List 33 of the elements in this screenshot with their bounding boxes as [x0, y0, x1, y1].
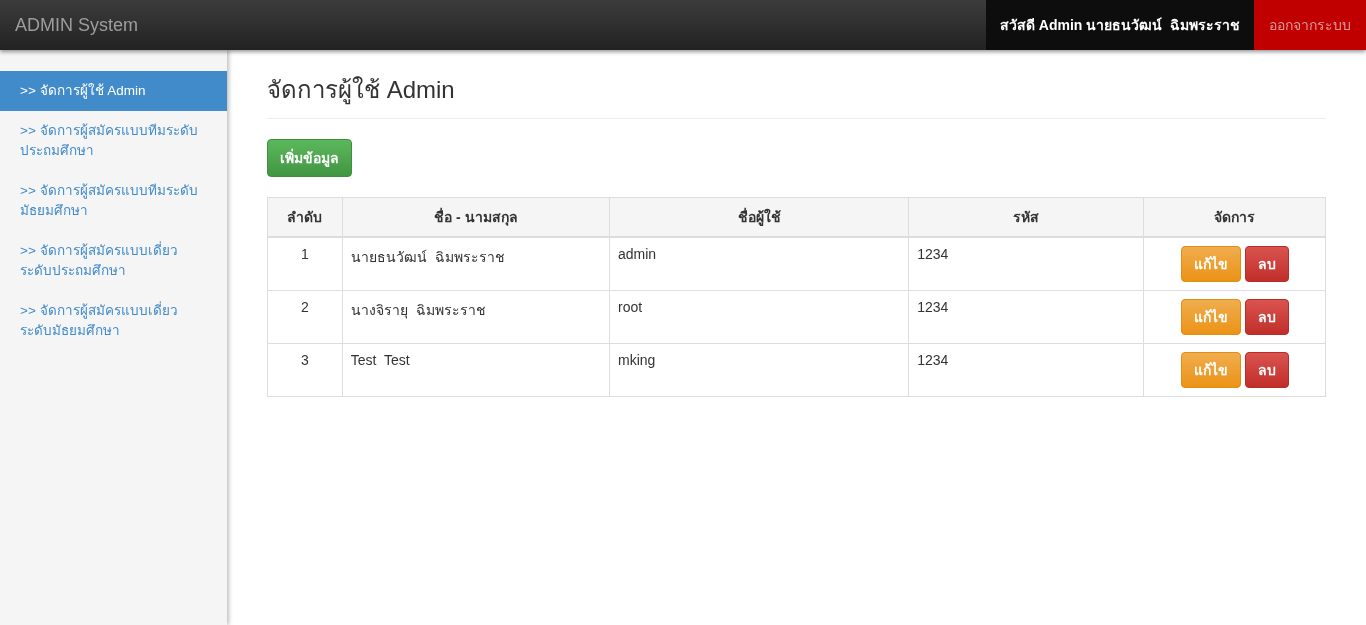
- delete-button[interactable]: ลบ: [1244, 246, 1289, 282]
- page-title: จัดการผู้ใช้ Admin: [267, 70, 1326, 119]
- sidebar-item[interactable]: >> จัดการผู้สมัครแบบทีมระดับมัธยมศึกษา: [0, 171, 227, 231]
- table-cell: 1234: [908, 343, 1144, 397]
- greeting-text: สวัสดี Admin นายธนวัฒน์ ฉิมพระราช: [985, 0, 1254, 50]
- table-cell: 1: [267, 237, 343, 291]
- add-button[interactable]: เพิ่มข้อมูล: [267, 139, 352, 177]
- table-cell: 1234: [908, 290, 1144, 344]
- sidebar-item[interactable]: >> จัดการผู้สมัครแบบทีมระดับประถมศึกษา: [0, 111, 227, 171]
- column-header: ชื่อผู้ใช้: [609, 197, 909, 237]
- table-cell: 2: [267, 290, 343, 344]
- table-cell: 1234: [908, 237, 1144, 291]
- edit-button[interactable]: แก้ไข: [1180, 299, 1241, 335]
- column-header: จัดการ: [1143, 197, 1326, 237]
- sidebar-item[interactable]: >> จัดการผู้สมัครแบบเดี่ยวระดับประถมศึกษา: [0, 231, 227, 291]
- brand-title[interactable]: ADMIN System: [0, 0, 986, 50]
- table-cell: Test Test: [342, 343, 610, 397]
- delete-button[interactable]: ลบ: [1244, 299, 1289, 335]
- column-header: ชื่อ - นามสกุล: [342, 197, 610, 237]
- edit-button[interactable]: แก้ไข: [1180, 246, 1241, 282]
- logout-link[interactable]: ออกจากระบบ: [1254, 0, 1366, 50]
- delete-button[interactable]: ลบ: [1244, 352, 1289, 388]
- column-header: ลำดับ: [267, 197, 343, 237]
- table-cell: mking: [609, 343, 909, 397]
- table-cell: admin: [609, 237, 909, 291]
- sidebar-item[interactable]: >> จัดการผู้ใช้ Admin: [0, 71, 227, 111]
- table-cell: นางจิรายุ ฉิมพระราช: [342, 290, 610, 344]
- table-cell: root: [609, 290, 909, 344]
- edit-button[interactable]: แก้ไข: [1180, 352, 1241, 388]
- column-header: รหัส: [908, 197, 1144, 237]
- sidebar-item[interactable]: >> จัดการผู้สมัครแบบเดี่ยวระดับมัธยมศึกษา: [0, 291, 227, 351]
- table-cell: 3: [267, 343, 343, 397]
- table-cell: นายธนวัฒน์ ฉิมพระราช: [342, 237, 610, 291]
